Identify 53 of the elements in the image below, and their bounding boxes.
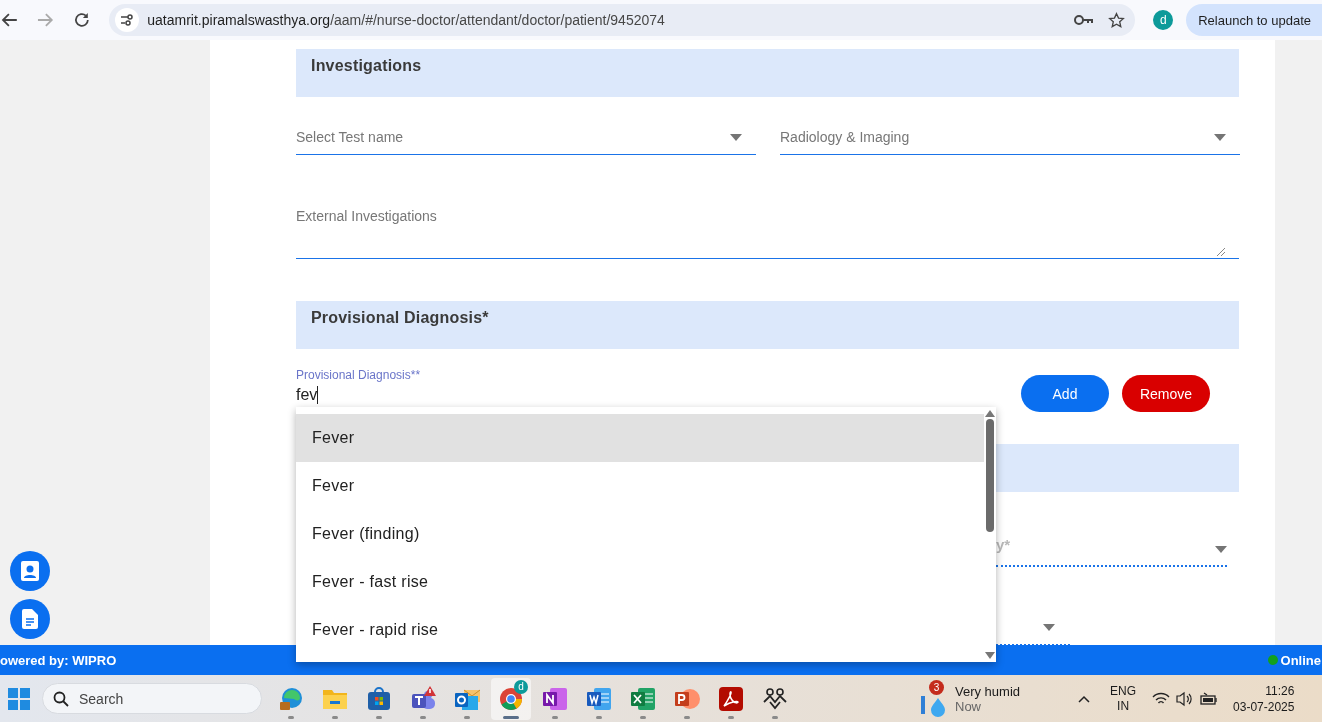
people-icon — [410, 685, 436, 712]
taskbar-search-field[interactable]: Search — [42, 683, 262, 714]
scroll-down-icon[interactable] — [985, 652, 995, 659]
status-text: Online — [1280, 652, 1321, 668]
caret-icon — [730, 133, 742, 141]
resize-handle-icon[interactable] — [1217, 248, 1225, 256]
address-bar[interactable]: uatamrit.piramalswasthya.org/aam/#/nurse-doctor/attendant/doctor/patient/9452074 — [109, 4, 1136, 36]
document-icon — [22, 609, 38, 629]
caret-icon — [1215, 546, 1227, 553]
chevron-up-icon[interactable] — [1078, 694, 1091, 703]
person-icon — [21, 561, 39, 581]
site-settings-icon[interactable] — [120, 13, 135, 27]
caret-icon — [1214, 133, 1226, 141]
shopping-bag-icon — [366, 685, 392, 712]
notebook-icon — [542, 685, 568, 712]
relaunch-button[interactable]: Relaunch to update — [1186, 4, 1322, 36]
radiology-select[interactable]: Radiology & Imaging — [780, 120, 1240, 155]
suggestion-option[interactable]: Fever - rapid rise — [296, 606, 984, 654]
external-investigations-field[interactable]: External Investigations — [296, 203, 1239, 259]
people-arrows-icon — [762, 685, 788, 712]
weather-widget[interactable]: 3 Very humid Now — [919, 679, 1021, 718]
online-status-icon — [1267, 655, 1278, 665]
caret-icon — [1043, 624, 1055, 631]
clock[interactable]: 11:26 03-07-2025 — [1233, 682, 1295, 715]
profile-badge: d — [514, 679, 528, 694]
scrollbar-thumb[interactable] — [986, 419, 994, 532]
language-indicator[interactable]: ENG IN — [1110, 683, 1137, 714]
weather-condition: Very humid — [955, 683, 1021, 699]
suggestion-option[interactable]: Fever — [296, 462, 984, 510]
search-icon — [53, 690, 69, 707]
test-name-select[interactable]: Select Test name — [296, 120, 756, 155]
notification-badge: 3 — [929, 679, 944, 695]
weather-time: Now — [955, 698, 982, 714]
key-icon[interactable] — [1074, 14, 1095, 26]
wifi-icon[interactable] — [1152, 691, 1171, 706]
suggestion-option[interactable]: Fever - fast rise — [296, 558, 984, 606]
remove-button[interactable]: Remove — [1122, 375, 1210, 412]
suggestion-option[interactable]: Fever — [296, 414, 984, 462]
battery-icon[interactable] — [1200, 691, 1219, 706]
spreadsheet-icon — [630, 685, 656, 712]
section-title: Provisional Diagnosis* — [311, 309, 489, 327]
start-icon[interactable] — [8, 687, 30, 710]
pdf-icon — [718, 685, 744, 712]
section-title: Investigations — [311, 57, 422, 75]
add-button[interactable]: Add — [1021, 375, 1109, 412]
document-icon — [586, 685, 612, 712]
suggestion-option[interactable]: Fever (finding) — [296, 510, 984, 558]
url-text: uatamrit.piramalswasthya.org/aam/#/nurse-doctor/attendant/doctor/patient/9452074 — [147, 12, 666, 28]
swirl-icon — [278, 685, 304, 712]
scroll-up-icon[interactable] — [985, 410, 995, 417]
volume-icon[interactable] — [1176, 690, 1195, 707]
star-icon[interactable] — [1108, 11, 1126, 29]
powered-by-text: owered by: WIPRO — [0, 652, 117, 668]
